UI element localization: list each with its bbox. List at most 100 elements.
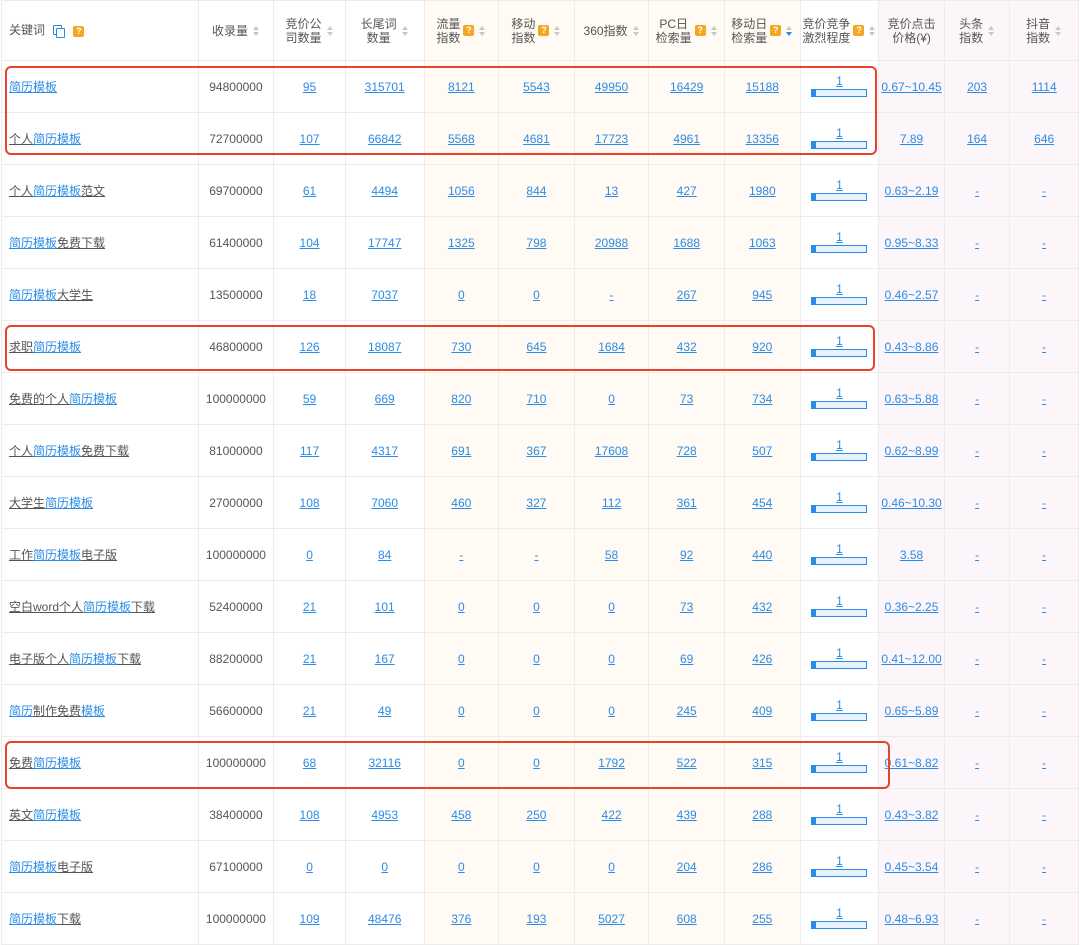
longtail-link[interactable]: 32116 — [368, 756, 400, 770]
mobile-link[interactable]: 710 — [526, 392, 546, 406]
traffic-link[interactable]: 0 — [458, 860, 465, 874]
360-index-link[interactable]: 0 — [608, 860, 615, 874]
traffic-link[interactable]: 820 — [451, 392, 471, 406]
360-index-link[interactable]: 13 — [605, 184, 618, 198]
traffic-link[interactable]: 8121 — [448, 80, 475, 94]
toutiao-link[interactable]: - — [975, 340, 979, 354]
cpc-link[interactable]: 0.65~5.89 — [885, 704, 939, 718]
help-icon[interactable]: ? — [73, 25, 85, 37]
traffic-link[interactable]: 460 — [451, 496, 471, 510]
help-icon[interactable]: ? — [853, 25, 865, 36]
help-icon[interactable]: ? — [770, 25, 782, 36]
bid-companies-link[interactable]: 104 — [300, 236, 320, 250]
pc-daily-link[interactable]: 69 — [680, 652, 693, 666]
pc-daily-link[interactable]: 73 — [680, 600, 693, 614]
bid-companies-link[interactable]: 68 — [303, 756, 316, 770]
traffic-link[interactable]: 376 — [451, 912, 471, 926]
longtail-link[interactable]: 0 — [381, 860, 388, 874]
bid-companies-link[interactable]: 108 — [300, 808, 320, 822]
traffic-link[interactable]: 0 — [458, 652, 465, 666]
toutiao-link[interactable]: - — [975, 288, 979, 302]
keyword-link[interactable]: 简历制作免费模板 — [9, 704, 105, 718]
pc-daily-link[interactable]: 728 — [677, 444, 697, 458]
douyin-link[interactable]: - — [1042, 288, 1046, 302]
longtail-link[interactable]: 4953 — [371, 808, 398, 822]
pc-daily-link[interactable]: 4961 — [673, 132, 700, 146]
bid-companies-link[interactable]: 18 — [303, 288, 316, 302]
mobile-daily-link[interactable]: 426 — [752, 652, 772, 666]
mobile-daily-link[interactable]: 1980 — [749, 184, 776, 198]
competition-meter[interactable]: 1 — [811, 127, 868, 149]
mobile-daily-link[interactable]: 920 — [752, 340, 772, 354]
header-cpc[interactable]: 竞价点击 价格(¥) — [878, 0, 945, 61]
cpc-link[interactable]: 0.63~5.88 — [885, 392, 939, 406]
bid-companies-link[interactable]: 0 — [306, 548, 313, 562]
douyin-link[interactable]: - — [1042, 444, 1046, 458]
douyin-link[interactable]: - — [1042, 704, 1046, 718]
toutiao-link[interactable]: - — [975, 236, 979, 250]
douyin-link[interactable]: - — [1042, 340, 1046, 354]
keyword-link[interactable]: 免费简历模板 — [9, 756, 81, 770]
keyword-link[interactable]: 简历模板 — [9, 80, 57, 94]
mobile-daily-link[interactable]: 13356 — [746, 132, 779, 146]
sort-icon[interactable] — [710, 25, 718, 37]
sort-icon-active[interactable] — [786, 25, 793, 37]
mobile-link[interactable]: 798 — [526, 236, 546, 250]
pc-daily-link[interactable]: 73 — [680, 392, 693, 406]
toutiao-link[interactable]: - — [975, 912, 979, 926]
sort-icon[interactable] — [554, 25, 561, 37]
douyin-link[interactable]: - — [1042, 184, 1046, 198]
toutiao-link[interactable]: - — [975, 704, 979, 718]
toutiao-link[interactable]: - — [975, 652, 979, 666]
header-360-index[interactable]: 360指数 — [573, 0, 650, 61]
toutiao-link[interactable]: - — [975, 860, 979, 874]
header-mobile[interactable]: 移动 指数? — [498, 0, 575, 61]
header-douyin[interactable]: 抖音 指数 — [1009, 0, 1079, 61]
traffic-link[interactable]: 1056 — [448, 184, 475, 198]
bid-companies-link[interactable]: 107 — [300, 132, 320, 146]
keyword-link[interactable]: 个人简历模板范文 — [9, 184, 105, 198]
bid-companies-link[interactable]: 95 — [303, 80, 316, 94]
toutiao-link[interactable]: - — [975, 808, 979, 822]
360-index-link[interactable]: 0 — [608, 704, 615, 718]
pc-daily-link[interactable]: 608 — [677, 912, 697, 926]
mobile-link[interactable]: 0 — [533, 756, 540, 770]
traffic-link[interactable]: 691 — [451, 444, 471, 458]
mobile-daily-link[interactable]: 255 — [752, 912, 772, 926]
douyin-link[interactable]: - — [1042, 548, 1046, 562]
copy-icon[interactable] — [53, 24, 66, 38]
mobile-daily-link[interactable]: 432 — [752, 600, 772, 614]
douyin-link[interactable]: - — [1042, 600, 1046, 614]
traffic-link[interactable]: 730 — [451, 340, 471, 354]
longtail-link[interactable]: 17747 — [368, 236, 401, 250]
cpc-link[interactable]: 0.62~8.99 — [885, 444, 939, 458]
competition-meter[interactable]: 1 — [811, 179, 868, 201]
pc-daily-link[interactable]: 1688 — [673, 236, 700, 250]
360-index-link[interactable]: - — [610, 288, 614, 302]
longtail-link[interactable]: 101 — [375, 600, 395, 614]
mobile-link[interactable]: 0 — [533, 600, 540, 614]
keyword-link[interactable]: 英文简历模板 — [9, 808, 81, 822]
mobile-daily-link[interactable]: 286 — [752, 860, 772, 874]
toutiao-link[interactable]: - — [975, 548, 979, 562]
cpc-link[interactable]: 0.36~2.25 — [885, 600, 939, 614]
bid-companies-link[interactable]: 59 — [303, 392, 316, 406]
help-icon[interactable]: ? — [694, 25, 706, 36]
sort-icon[interactable] — [1055, 25, 1062, 37]
header-mobile-daily[interactable]: 移动日 检索量? — [723, 0, 801, 61]
mobile-daily-link[interactable]: 1063 — [749, 236, 776, 250]
360-index-link[interactable]: 20988 — [595, 236, 628, 250]
keyword-link[interactable]: 个人简历模板免费下载 — [9, 444, 129, 458]
360-index-link[interactable]: 49950 — [595, 80, 628, 94]
sort-icon[interactable] — [869, 25, 876, 37]
cpc-link[interactable]: 0.46~10.30 — [881, 496, 941, 510]
traffic-link[interactable]: 5568 — [448, 132, 475, 146]
header-indexed[interactable]: 收录量 — [197, 0, 275, 61]
cpc-link[interactable]: 0.43~3.82 — [885, 808, 939, 822]
longtail-link[interactable]: 669 — [375, 392, 395, 406]
mobile-link[interactable]: 367 — [526, 444, 546, 458]
douyin-link[interactable]: 1114 — [1032, 80, 1057, 94]
longtail-link[interactable]: 84 — [378, 548, 391, 562]
sort-icon[interactable] — [401, 25, 409, 37]
help-icon[interactable]: ? — [538, 25, 550, 36]
